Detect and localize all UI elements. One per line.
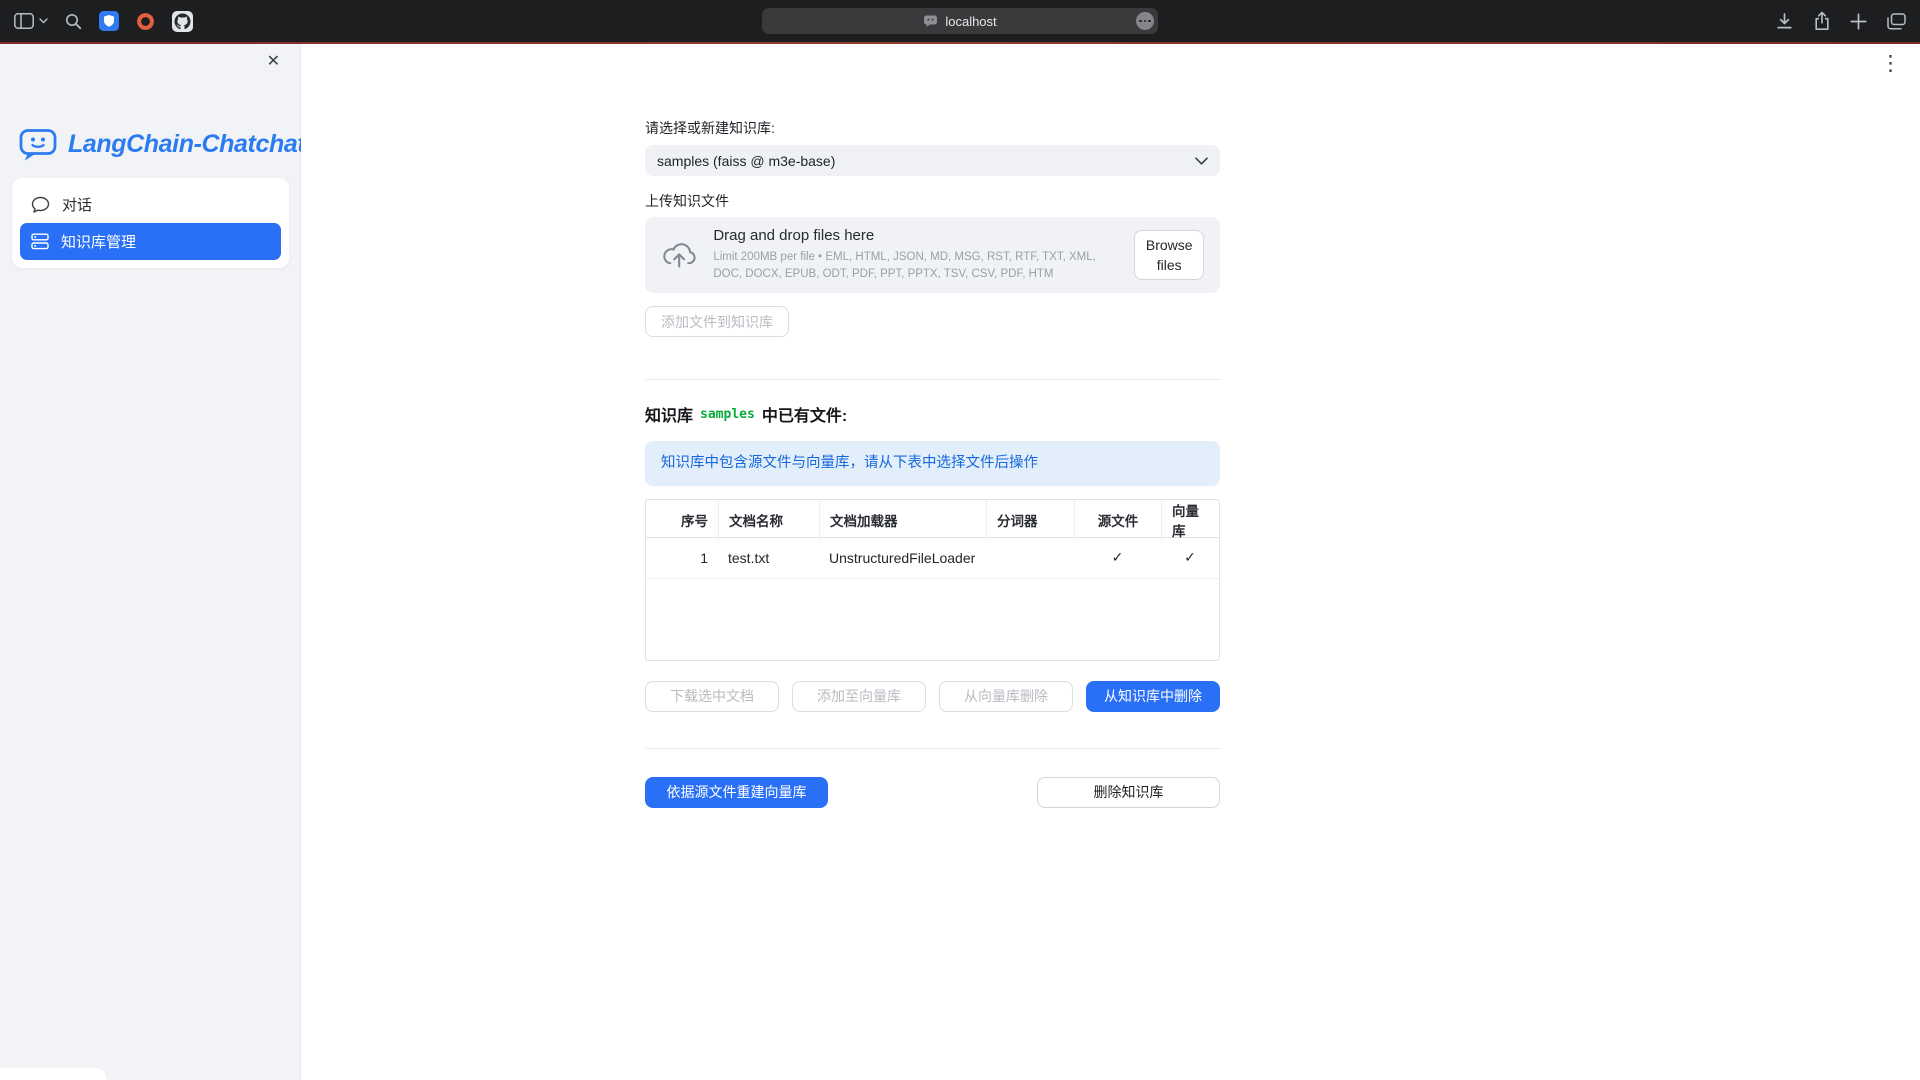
col-header-vector[interactable]: 向量库 [1161,500,1219,540]
col-header-source[interactable]: 源文件 [1074,500,1161,540]
address-bar[interactable]: localhost [762,8,1158,34]
cell-index: 1 [646,538,718,578]
upload-section-label: 上传知识文件 [645,193,1220,210]
share-icon [1814,11,1830,31]
github-icon [172,11,193,32]
toolbar-right-group [1775,0,1906,42]
table-row[interactable]: 1 test.txt UnstructuredFileLoader ✓ ✓ [646,538,1219,579]
search-icon [65,13,82,30]
tabs-icon [1887,13,1906,30]
browser-toolbar: localhost [0,0,1920,42]
dropzone-title: Drag and drop files here [713,227,1118,244]
browse-files-button[interactable]: Browse files [1134,230,1204,281]
rebuild-vector-button[interactable]: 依据源文件重建向量库 [645,777,828,808]
kb-select-label: 请选择或新建知识库: [645,120,1220,137]
logo-text: LangChain-Chatchat [68,130,305,159]
sidebar-item-dialogue[interactable]: 对话 [20,186,281,223]
cell-vector-check: ✓ [1161,538,1219,578]
extension-ring-button[interactable] [136,12,155,31]
download-icon [1775,12,1794,30]
kb-stack-icon [31,233,49,250]
footer-actions-row: 依据源文件重建向量库 删除知识库 [645,777,1220,808]
kb-name-code: samples [700,407,755,422]
chat-bubble-icon [31,196,50,214]
upload-cloud-icon [661,241,697,269]
logo-chat-icon [18,126,60,162]
cell-source-check: ✓ [1074,538,1161,578]
address-url: localhost [945,14,996,29]
plus-icon [1850,13,1867,30]
sidebar-panel-icon [14,13,34,29]
app-logo: LangChain-Chatchat [18,126,305,162]
extension-blue-icon [99,11,119,31]
col-header-loader[interactable]: 文档加载器 [819,500,986,540]
heading-suffix: 中已有文件: [762,402,847,426]
section-divider [645,748,1220,749]
download-selected-button[interactable]: 下载选中文档 [645,681,779,712]
col-header-index[interactable]: 序号 [646,500,718,540]
dropzone-text: Drag and drop files here Limit 200MB per… [713,227,1118,284]
cell-splitter [986,538,1074,578]
col-header-splitter[interactable]: 分词器 [986,500,1074,540]
table-actions-row: 下载选中文档 添加至向量库 从向量库删除 从知识库中删除 [645,681,1220,712]
extension-blue-button[interactable] [99,11,119,31]
info-banner: 知识库中包含源文件与向量库，请从下表中选择文件后操作 [645,441,1220,486]
downloads-button[interactable] [1775,12,1794,30]
dropzone-limit: Limit 200MB per file • EML, HTML, JSON, … [713,249,1118,284]
section-divider [645,379,1220,380]
info-banner-text: 知识库中包含源文件与向量库，请从下表中选择文件后操作 [661,455,1038,471]
cell-name: test.txt [718,538,819,578]
sidebar-close-button[interactable]: ✕ [261,53,286,71]
share-button[interactable] [1814,11,1830,31]
kb-select[interactable]: samples (faiss @ m3e-base) [645,145,1220,176]
delete-from-kb-button[interactable]: 从知识库中删除 [1086,681,1220,712]
chevron-down-icon [1195,157,1208,165]
sidebar: ✕ LangChain-Chatchat 对话 知识库管理 [0,44,301,1080]
new-tab-button[interactable] [1850,13,1867,30]
sidebar-item-label: 知识库管理 [61,231,136,252]
sidebar-toggle-button[interactable] [14,13,48,29]
remove-from-vector-button[interactable]: 从向量库删除 [939,681,1073,712]
col-header-name[interactable]: 文档名称 [718,500,819,540]
heading-prefix: 知识库 [645,402,693,426]
files-table[interactable]: 序号 文档名称 文档加载器 分词器 源文件 向量库 1 test.txt Uns… [645,499,1220,661]
app-window: ✕ LangChain-Chatchat 对话 知识库管理 ⋮ [0,44,1920,1080]
main-block: 请选择或新建知识库: samples (faiss @ m3e-base) 上传… [645,44,1220,808]
kb-select-value: samples (faiss @ m3e-base) [657,153,835,169]
ellipsis-icon [1139,20,1151,23]
sidebar-nav: 对话 知识库管理 [12,178,289,268]
kb-files-heading: 知识库 samples 中已有文件: [645,402,1220,426]
delete-kb-button[interactable]: 删除知识库 [1037,777,1220,808]
sidebar-item-label: 对话 [62,194,92,215]
sidebar-bottom-overlay [0,1068,106,1080]
extension-ring-icon [136,12,155,31]
add-to-vector-button[interactable]: 添加至向量库 [792,681,926,712]
cell-loader: UnstructuredFileLoader [819,538,986,578]
table-header-row: 序号 文档名称 文档加载器 分词器 源文件 向量库 [646,500,1219,538]
main-content: ⋮ 请选择或新建知识库: samples (faiss @ m3e-base) … [301,44,1920,1080]
page-menu-button[interactable]: ⋮ [1874,52,1907,75]
add-files-button[interactable]: 添加文件到知识库 [645,306,789,337]
extensions-menu-button[interactable] [1136,12,1154,30]
site-favicon [923,14,938,28]
tab-overview-button[interactable] [1887,13,1906,30]
chevron-down-icon [39,18,48,24]
search-button[interactable] [65,13,82,30]
extension-github-button[interactable] [172,11,193,32]
toolbar-left-group [14,11,193,32]
file-dropzone[interactable]: Drag and drop files here Limit 200MB per… [645,217,1220,293]
sidebar-item-kb-management[interactable]: 知识库管理 [20,223,281,260]
